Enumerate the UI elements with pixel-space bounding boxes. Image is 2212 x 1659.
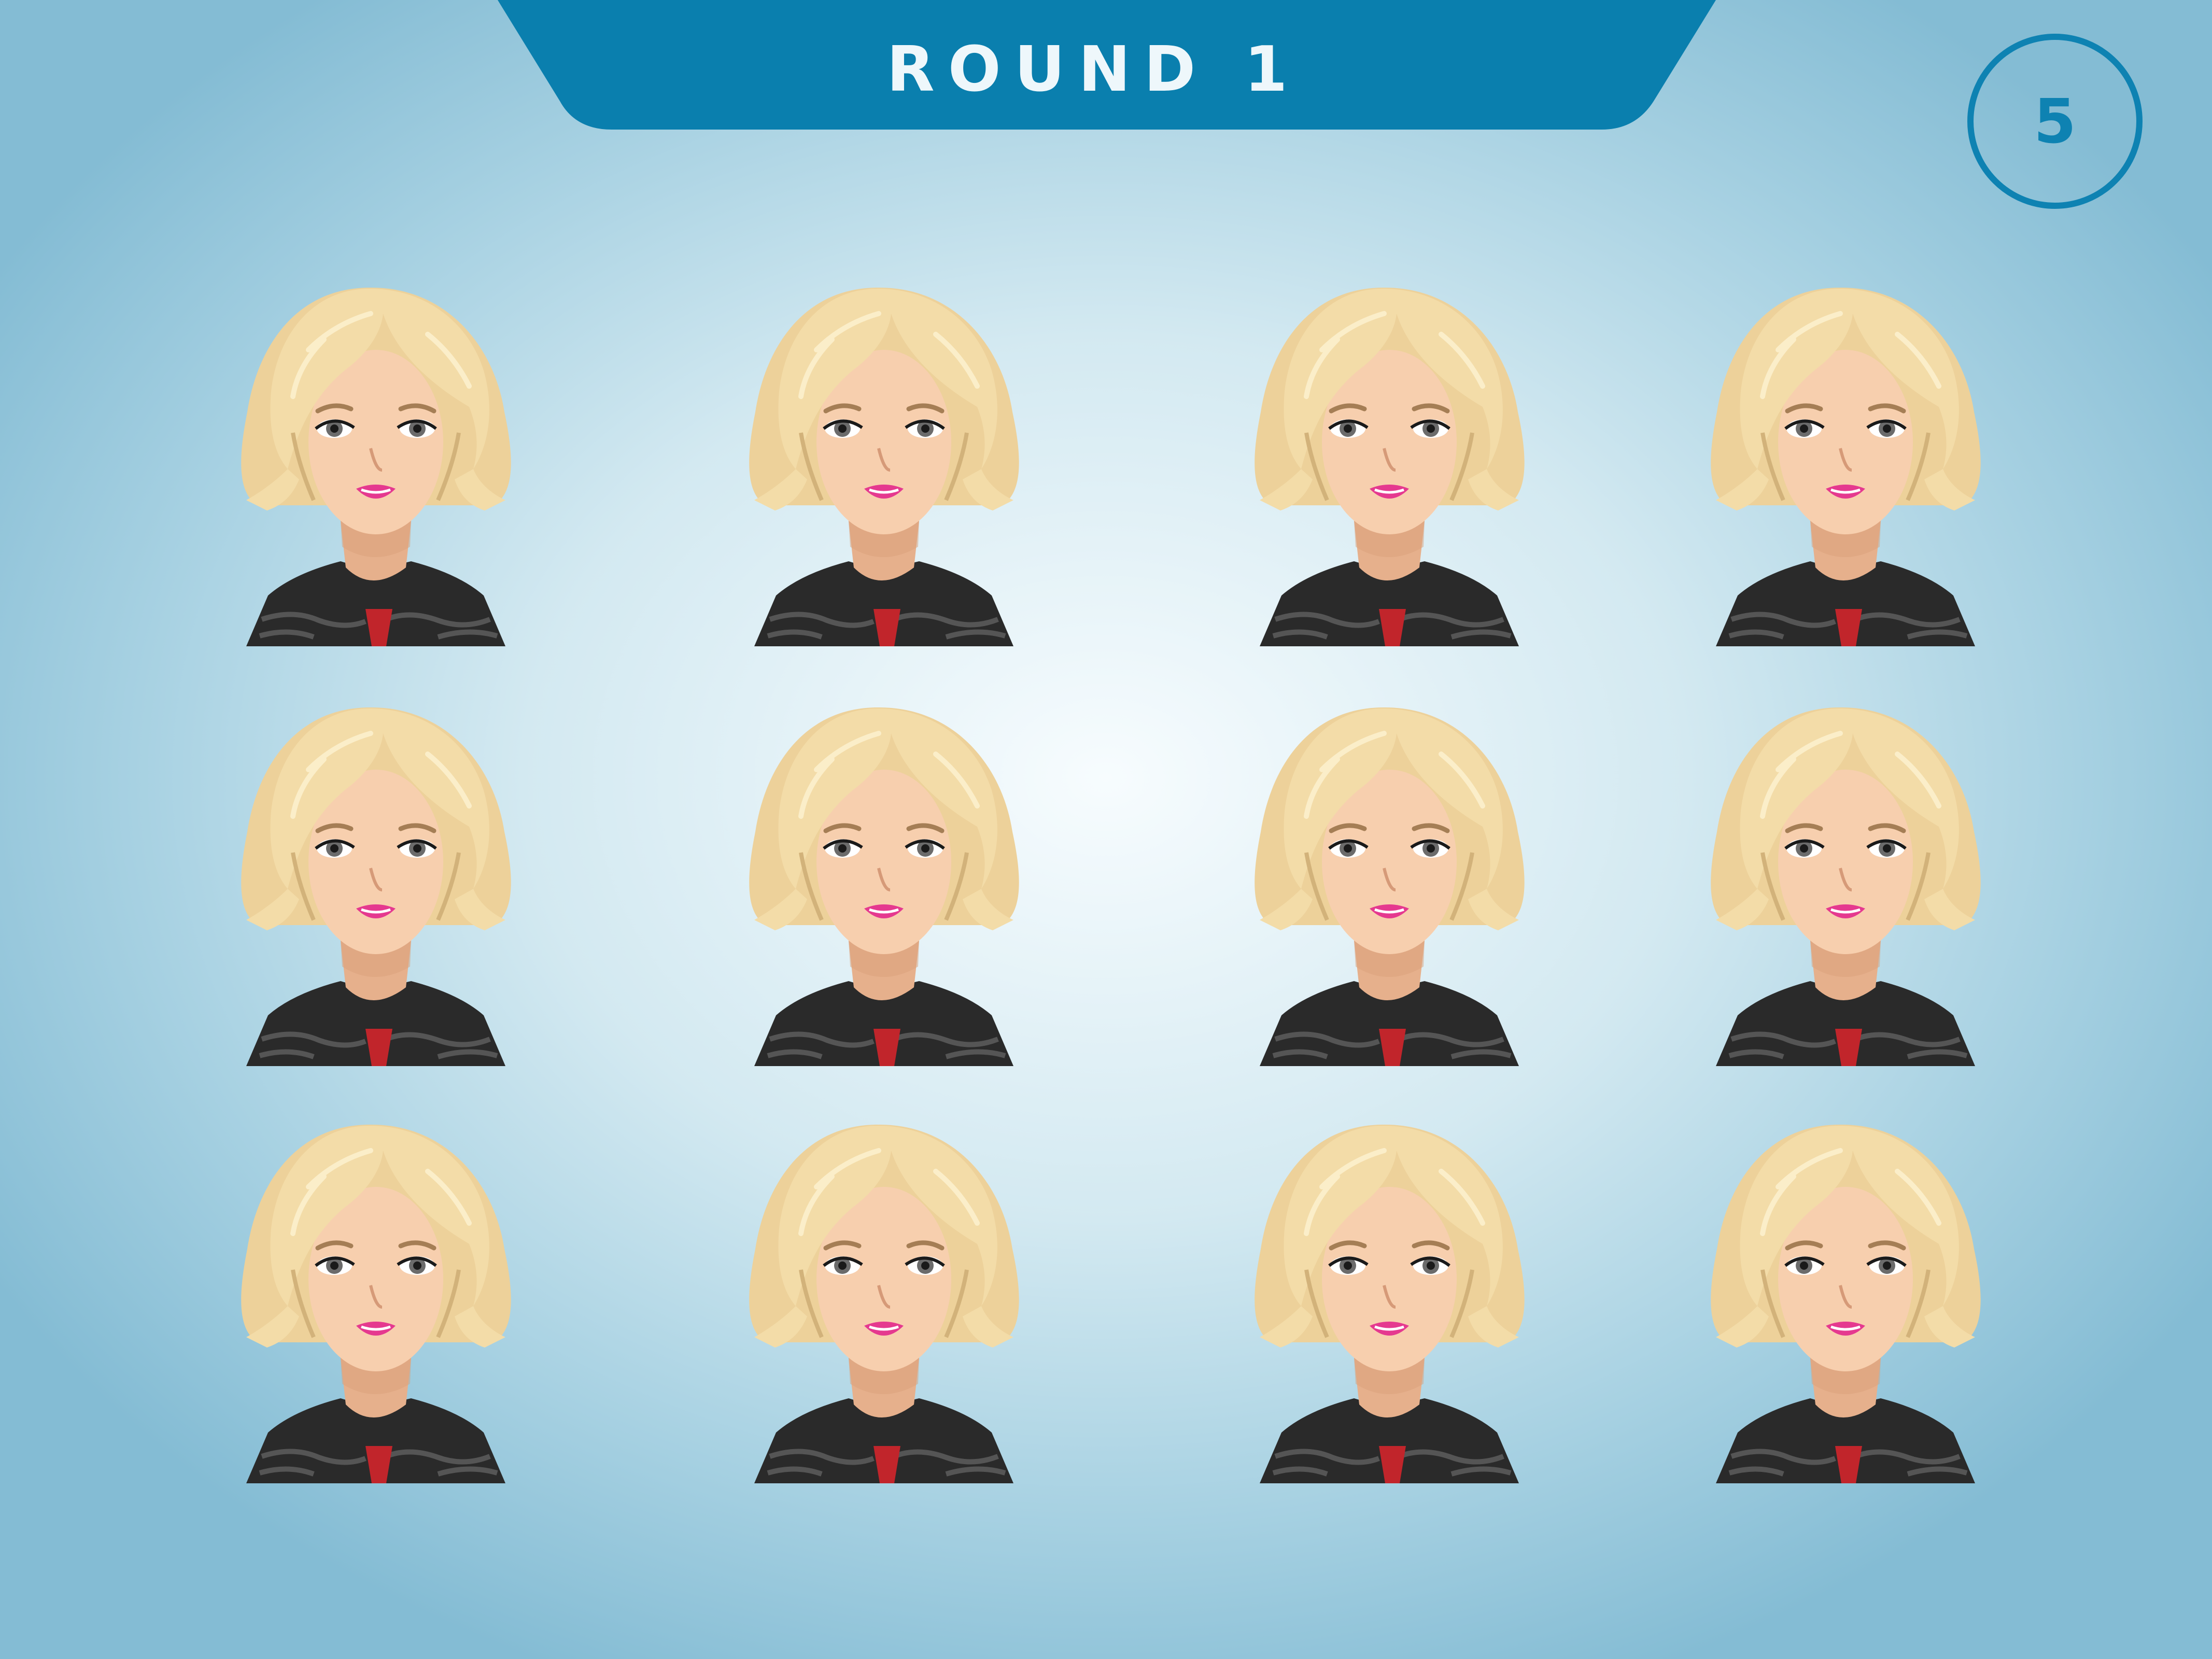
character-card[interactable] [210,697,542,1070]
character-card[interactable] [1223,277,1555,650]
blonde-woman-avatar-icon [749,1124,1019,1483]
blonde-woman-avatar-icon [1255,1124,1525,1483]
blonde-woman-avatar-icon [1711,707,1981,1066]
blonde-woman-avatar-icon [1711,1124,1981,1483]
blonde-woman-avatar-icon [1711,287,1981,646]
character-card[interactable] [1680,277,2011,650]
blonde-woman-avatar-icon [241,1124,511,1483]
character-card[interactable] [718,1114,1050,1487]
character-card[interactable] [210,1114,542,1487]
character-card[interactable] [1680,1114,2011,1487]
character-card[interactable] [1680,697,2011,1070]
character-card[interactable] [718,697,1050,1070]
character-card[interactable] [1223,1114,1555,1487]
blonde-woman-avatar-icon [1255,287,1525,646]
character-card[interactable] [1223,697,1555,1070]
character-card[interactable] [718,277,1050,650]
blonde-woman-avatar-icon [749,707,1019,1066]
blonde-woman-avatar-icon [749,287,1019,646]
blonde-woman-avatar-icon [241,287,511,646]
blonde-woman-avatar-icon [1255,707,1525,1066]
character-card[interactable] [210,277,542,650]
character-grid [0,0,2212,1659]
blonde-woman-avatar-icon [241,707,511,1066]
